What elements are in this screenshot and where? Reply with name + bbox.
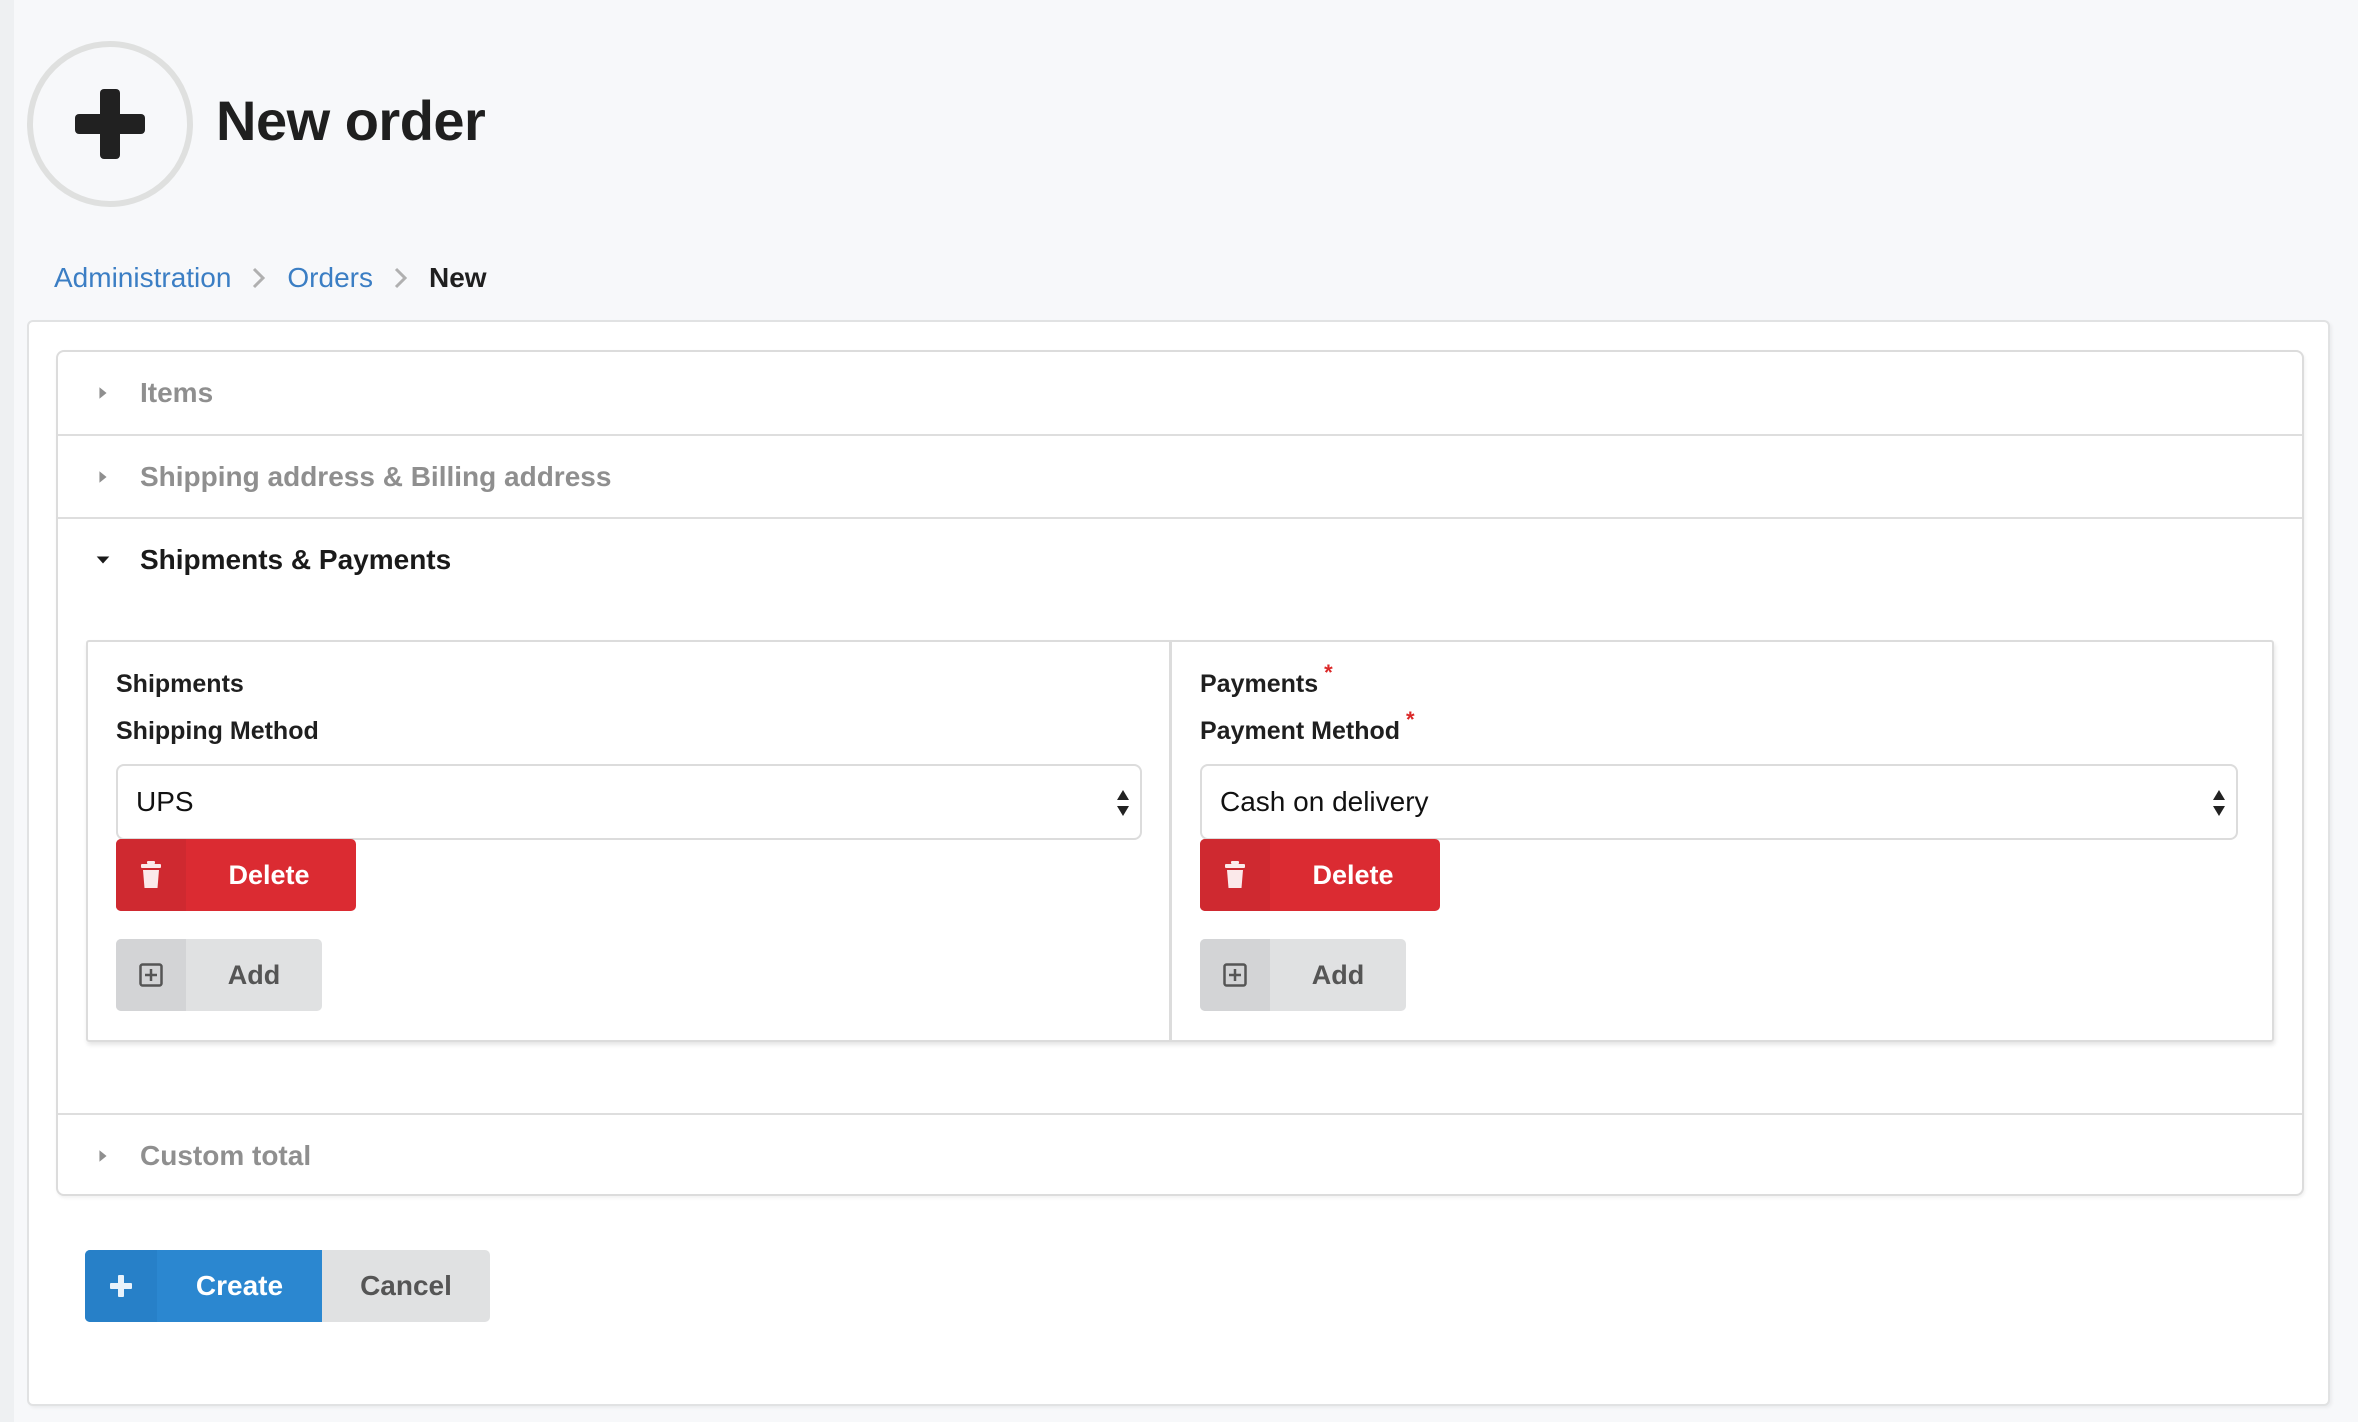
accordion-section-addresses[interactable]: Shipping address & Billing address [58,436,2302,518]
left-edge-strip [0,0,14,1422]
shipments-heading: Shipments [116,670,244,698]
header-icon-circle [27,41,193,207]
order-accordion: Items Shipping address & Billing address… [56,350,2304,1196]
breadcrumb-administration[interactable]: Administration [54,262,231,294]
add-shipment-button[interactable]: Add [116,939,322,1011]
add-payment-button[interactable]: Add [1200,939,1406,1011]
accordion-section-custom-total[interactable]: Custom total [58,1115,2302,1197]
caret-right-icon [96,1146,110,1166]
accordion-section-shipments-payments[interactable]: Shipments & Payments [58,519,2302,601]
accordion-title: Items [140,377,214,408]
shipping-method-label: Shipping Method [116,717,319,745]
plus-icon [85,1250,157,1322]
trash-icon [1200,839,1270,911]
caret-right-icon [96,383,110,403]
payment-method-select[interactable]: Cash on delivery [1200,764,2238,840]
order-form-card: Items Shipping address & Billing address… [27,320,2330,1406]
form-actions: Create Cancel [85,1250,490,1322]
payments-column: Payments * Payment Method * Cash on delive… [1172,642,2272,1040]
caret-down-icon [96,550,110,570]
shipments-payments-panel: Shipments Shipping Method UPS Delete Add… [86,640,2274,1042]
plus-square-icon [116,939,186,1011]
delete-payment-button[interactable]: Delete [1200,839,1440,911]
plus-square-icon [1200,939,1270,1011]
accordion-section-items[interactable]: Items [58,352,2302,434]
accordion-title: Shipments & Payments [140,544,452,575]
shipping-method-value: UPS [136,786,194,817]
accordion-title: Custom total [140,1140,312,1171]
payments-heading: Payments * [1200,660,1333,698]
required-marker: * [1324,660,1333,685]
breadcrumb: Administration Orders New [54,258,487,298]
required-marker: * [1406,707,1415,732]
select-arrows-icon [2213,790,2225,816]
cancel-button[interactable]: Cancel [322,1250,490,1322]
payment-method-label: Payment Method * [1200,707,1415,745]
page-title: New order [216,89,486,152]
shipments-column: Shipments Shipping Method UPS Delete Add [88,642,1172,1040]
delete-shipment-button[interactable]: Delete [116,839,356,911]
create-button[interactable]: Create [85,1250,322,1322]
select-arrows-icon [1117,790,1129,816]
caret-right-icon [96,467,110,487]
accordion-title: Shipping address & Billing address [140,461,612,492]
breadcrumb-orders[interactable]: Orders [287,262,373,294]
payment-method-value: Cash on delivery [1220,786,1429,817]
trash-icon [116,839,186,911]
chevron-right-icon [251,266,267,290]
breadcrumb-current: New [428,262,487,293]
shipping-method-select[interactable]: UPS [116,764,1142,840]
chevron-right-icon [393,266,409,290]
plus-icon [75,89,145,159]
